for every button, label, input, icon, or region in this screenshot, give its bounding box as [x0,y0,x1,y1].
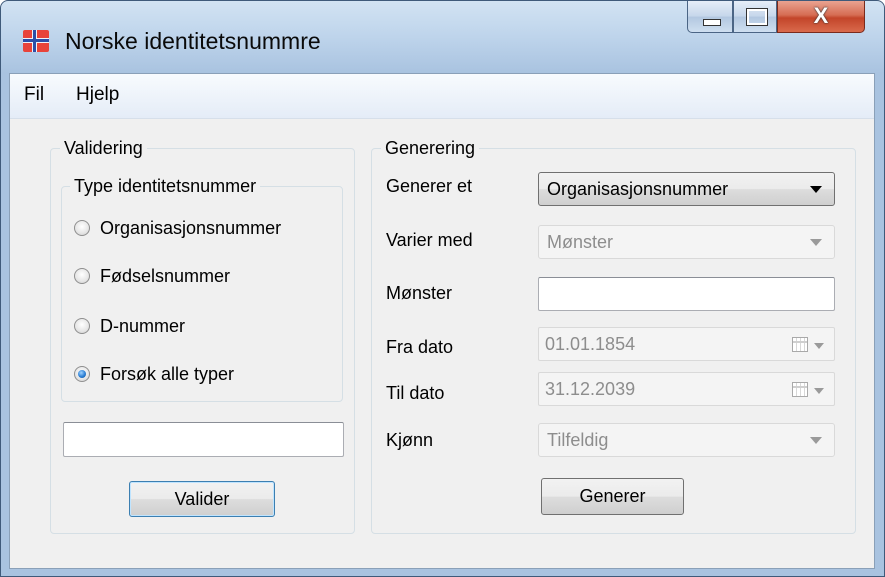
radio-label: Organisasjonsnummer [100,218,282,238]
type-group-legend: Type identitetsnummer [70,176,261,196]
radio-button[interactable] [74,318,90,334]
fra-dato-picker[interactable]: 01.01.1854 [538,327,835,361]
valider-button[interactable]: Valider [129,481,275,517]
validering-legend: Validering [60,138,147,158]
maximize-button[interactable] [733,1,777,33]
menu-bar: Fil Hjelp [10,74,874,119]
fra-dato-value: 01.01.1854 [545,334,636,354]
chevron-down-icon [814,343,824,349]
radio-label: Forsøk alle typer [100,364,235,384]
window-title: Norske identitetsnummre [65,28,321,54]
validate-input[interactable] [63,422,344,457]
chevron-down-icon [810,239,822,246]
maximize-icon [746,8,768,26]
app-window: Norske identitetsnummre X Fil Hjelp Vali… [0,0,885,577]
minimize-icon [703,19,721,26]
til-dato-value: 31.12.2039 [545,379,636,399]
chevron-down-icon [814,388,824,394]
til-dato-picker[interactable]: 31.12.2039 [538,372,835,406]
flag-icon [23,30,49,52]
title-bar[interactable]: Norske identitetsnummre X [1,1,884,73]
chevron-down-icon [810,437,822,444]
varier-med-select[interactable]: Mønster [538,225,835,259]
radio-button[interactable] [74,268,90,284]
fra-dato-label: Fra dato [386,337,454,357]
generer-button[interactable]: Generer [541,478,684,515]
minimize-button[interactable] [687,1,733,33]
til-dato-label: Til dato [386,383,445,403]
client-area: Fil Hjelp Validering Type identitetsnumm… [9,73,875,569]
close-button[interactable]: X [777,1,865,33]
generer-et-select[interactable]: Organisasjonsnummer [538,172,835,206]
radio-label: Fødselsnummer [100,266,231,286]
generering-legend: Generering [381,138,480,158]
generer-et-label: Generer et [386,176,473,196]
kjonn-label: Kjønn [386,430,434,450]
monster-label: Mønster [386,283,453,303]
radio-button[interactable] [74,220,90,236]
kjonn-value: Tilfeldig [547,430,609,450]
close-icon: X [813,3,829,28]
varier-med-label: Varier med [386,230,473,250]
radio-button-checked[interactable] [74,366,90,382]
calendar-icon[interactable] [792,382,808,397]
generer-et-value: Organisasjonsnummer [547,179,729,199]
menu-help[interactable]: Hjelp [76,84,119,106]
varier-med-value: Mønster [547,232,614,252]
calendar-icon[interactable] [792,337,808,352]
caption-buttons: X [687,1,867,35]
kjonn-select[interactable]: Tilfeldig [538,423,835,457]
chevron-down-icon [810,186,822,193]
radio-label: D-nummer [100,316,186,336]
menu-file[interactable]: Fil [24,84,44,106]
monster-input[interactable] [538,277,835,311]
